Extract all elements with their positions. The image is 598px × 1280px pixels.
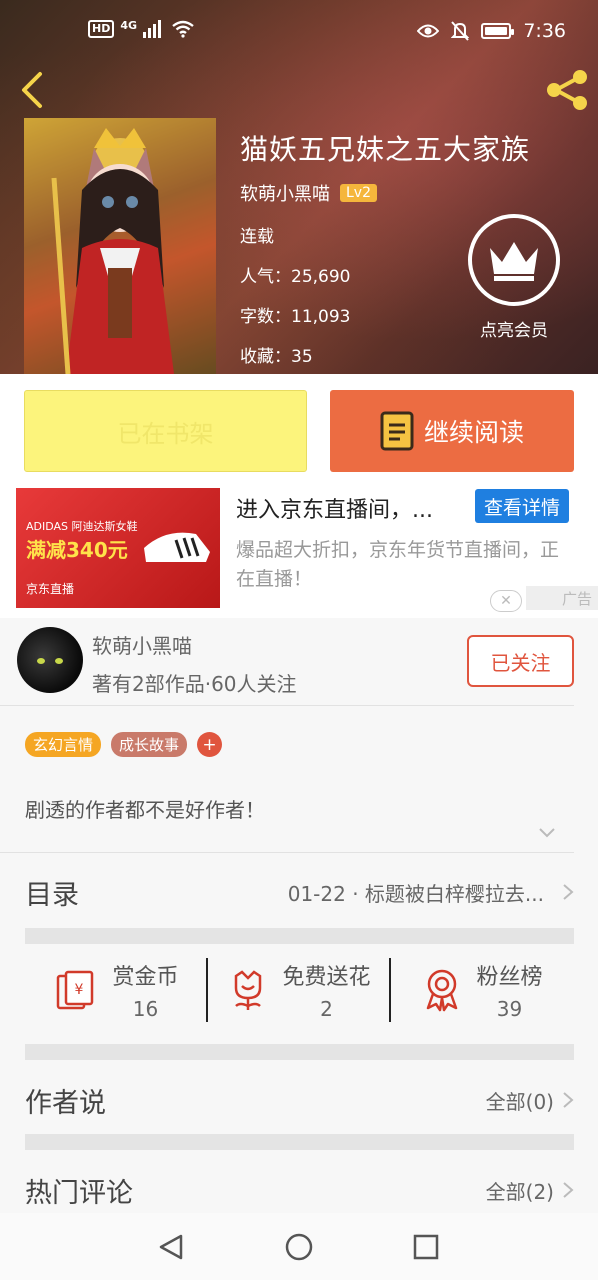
hot-comments-label: 热门评论 (25, 1177, 133, 1209)
status-bar: HD 4G 7:36 (0, 0, 598, 62)
divider (0, 852, 574, 853)
stat-label: 免费送花 (282, 965, 371, 990)
book-header: HD 4G 7:36 猫妖五兄妹之五大家族 软萌小黑喵 Lv2 连载 人气：25… (0, 0, 598, 374)
book-status: 连载 (240, 227, 274, 247)
action-bar: 已在书架 继续阅读 (0, 374, 598, 488)
catalog-row[interactable]: 目录 01-22 · 标题被白梓樱拉去... (25, 856, 574, 928)
tag-item[interactable]: 成长故事 (111, 732, 188, 757)
nav-home-icon[interactable] (285, 1233, 313, 1261)
signal-icon (143, 20, 162, 38)
nav-recents-icon[interactable] (412, 1233, 440, 1261)
network-label: 4G (120, 18, 138, 32)
vip-label: 点亮会员 (480, 321, 548, 341)
catalog-label: 目录 (25, 879, 79, 911)
nav-back-icon[interactable] (157, 1233, 185, 1261)
flower-icon (235, 970, 262, 1010)
continue-reading-label: 继续阅读 (423, 418, 524, 447)
medal-icon (427, 969, 458, 1012)
wifi-icon (172, 20, 194, 38)
chevron-right-icon (563, 1092, 574, 1108)
book-word-count: 字数：11,093 (240, 307, 351, 327)
ad-detail-button[interactable]: 查看详情 (475, 489, 569, 523)
ad-close-button[interactable]: ✕ (490, 590, 522, 612)
red-envelope-icon: ¥ (57, 970, 94, 1010)
tag-list: 玄幻言情 成长故事 + (25, 732, 223, 757)
latest-chapter: 01-22 · 标题被白梓樱拉去... (287, 881, 544, 906)
section-gap (25, 1134, 574, 1150)
chevron-down-icon[interactable] (537, 826, 557, 840)
book-intro: 剧透的作者都不是好作者！ (25, 798, 265, 822)
hd-badge: HD (88, 20, 115, 38)
clock: 7:36 (523, 20, 566, 42)
tag-item[interactable]: 玄幻言情 (25, 732, 102, 757)
avatar[interactable] (17, 627, 83, 693)
section-gap (25, 1044, 574, 1060)
battery-icon (481, 23, 515, 39)
divider (0, 705, 574, 706)
ad-image-text-1: ADIDAS 阿迪达斯女鞋 (26, 520, 138, 533)
ad-image-text-3: 京东直播 (26, 582, 75, 596)
ad-image-text-2: 满减340元 (26, 538, 128, 562)
back-icon[interactable] (16, 68, 50, 112)
chevron-right-icon (563, 884, 574, 900)
ad-tag: 广告 (526, 586, 598, 610)
share-icon[interactable] (542, 66, 592, 114)
book-favorites: 收藏：35 (240, 347, 313, 367)
reward-coins-stat[interactable]: ¥ 赏金币 16 (25, 950, 208, 1030)
system-nav-bar (0, 1213, 598, 1280)
continue-reading-button[interactable]: 继续阅读 (330, 390, 574, 472)
book-popularity: 人气：25,690 (240, 267, 351, 287)
stat-value: 39 (496, 997, 523, 1021)
book-author[interactable]: 软萌小黑喵 (240, 180, 330, 206)
author-name[interactable]: 软萌小黑喵 (92, 630, 192, 659)
free-flower-stat[interactable]: 免费送花 2 (208, 950, 391, 1030)
fan-ranking-stat[interactable]: 粉丝榜 39 (391, 950, 574, 1030)
author-stats: 著有2部作品·60人关注 (92, 672, 297, 696)
ad-description: 爆品超大折扣，京东年货节直播间，正在直播！ (236, 539, 560, 590)
svg-text:¥: ¥ (75, 982, 84, 998)
stat-value: 16 (132, 997, 159, 1021)
crown-icon (468, 214, 560, 306)
ad-image[interactable]: ADIDAS 阿迪达斯女鞋 满减340元 京东直播 (16, 488, 220, 608)
book-detail-content: 软萌小黑喵 著有2部作品·60人关注 已关注 玄幻言情 成长故事 + 剧透的作者… (0, 618, 598, 1213)
book-author-line: 软萌小黑喵 Lv2 (240, 180, 377, 206)
book-title: 猫妖五兄妹之五大家族 (240, 133, 531, 166)
chevron-right-icon (563, 1182, 574, 1198)
vip-button[interactable]: 点亮会员 (468, 214, 560, 341)
stats-bar: ¥ 赏金币 16 免费送花 2 粉丝榜 39 (25, 950, 574, 1030)
level-badge: Lv2 (340, 184, 377, 202)
bell-off-icon (451, 21, 470, 41)
book-cover[interactable] (24, 118, 216, 374)
hot-comments-count: 全部(2) (485, 1179, 554, 1204)
add-tag-button[interactable]: + (197, 732, 223, 757)
author-card[interactable]: 软萌小黑喵 著有2部作品·60人关注 已关注 (0, 618, 598, 706)
ad-title[interactable]: 进入京东直播间，... (236, 492, 433, 524)
followed-button[interactable]: 已关注 (467, 635, 574, 687)
section-gap (25, 928, 574, 944)
book-icon (380, 411, 414, 451)
on-shelf-button[interactable]: 已在书架 (24, 390, 307, 472)
ad-banner[interactable]: ADIDAS 阿迪达斯女鞋 满减340元 京东直播 进入京东直播间，... 查看… (0, 488, 598, 618)
author-says-row[interactable]: 作者说 全部(0) (25, 1064, 574, 1136)
author-says-count: 全部(0) (485, 1089, 554, 1114)
stat-label: 赏金币 (112, 965, 179, 990)
stat-value: 2 (320, 997, 333, 1021)
eye-icon (417, 24, 440, 38)
author-says-label: 作者说 (25, 1087, 106, 1119)
stat-label: 粉丝榜 (476, 965, 543, 990)
